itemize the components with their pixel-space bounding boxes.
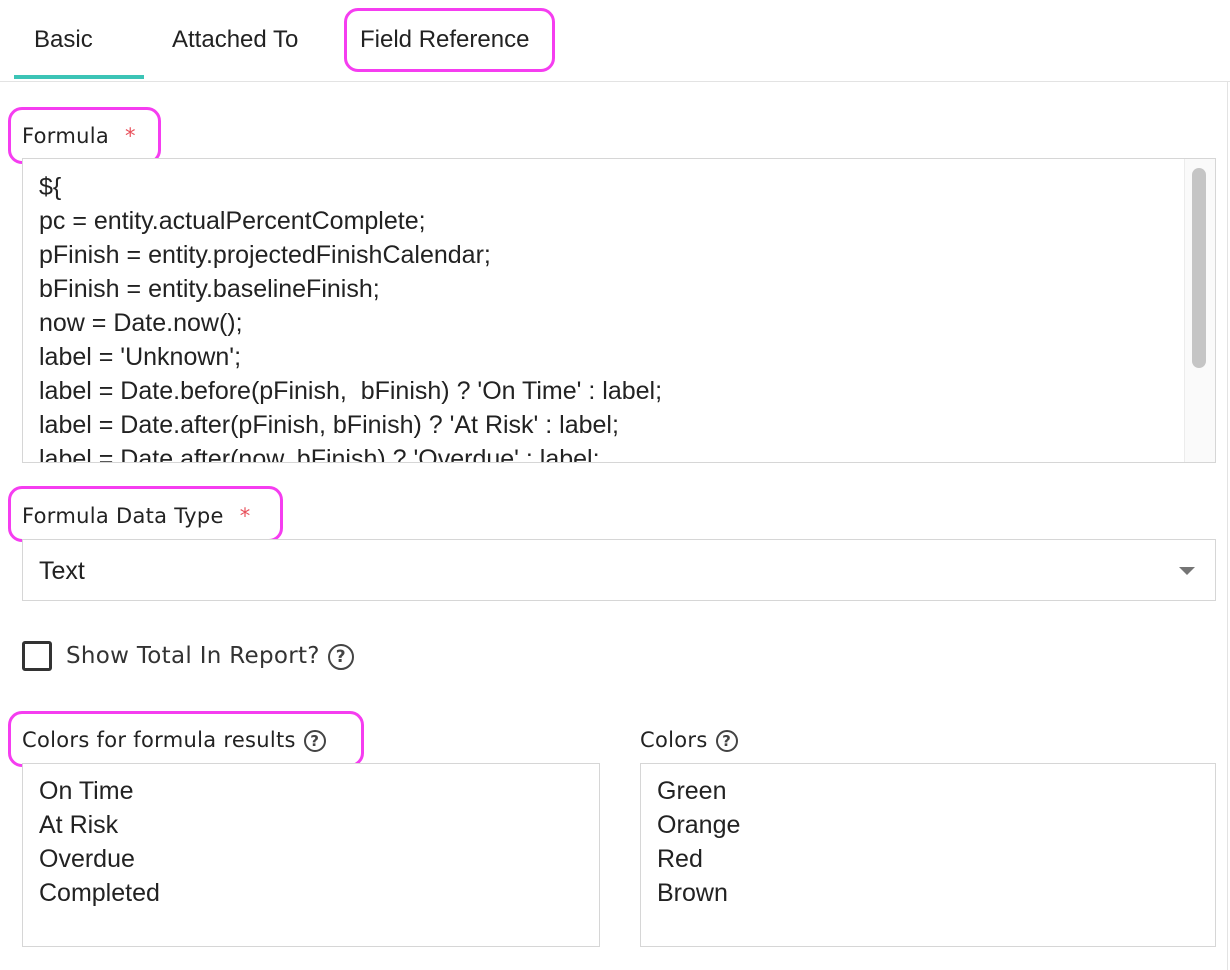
show-total-label-text: Show Total In Report? [66,643,320,669]
tab-field-reference[interactable]: Field Reference [360,22,529,58]
scrollbar-thumb[interactable] [1192,168,1206,368]
list-item: At Risk [39,811,119,839]
formula-line: label = 'Unknown'; [39,343,242,371]
formula-data-type-select[interactable]: Text [22,539,1216,601]
selected-value: Text [39,557,85,585]
formula-label-text: Formula [22,124,110,148]
formula-data-type-label-text: Formula Data Type [22,504,224,528]
question-circle-icon[interactable]: ? [327,643,354,670]
tab-bar: Basic Attached To Field Reference [0,0,1230,82]
colors-label: Colors? [640,725,738,755]
formula-label: Formula * [22,121,136,151]
results-list: On Time At Risk Overdue Completed [39,774,160,910]
question-circle-icon[interactable]: ? [303,730,326,752]
colors-list: Green Orange Red Brown [657,774,740,910]
required-asterisk: * [239,504,251,528]
list-item: Overdue [39,845,135,873]
formula-line: pFinish = entity.projectedFinishCalendar… [39,241,491,269]
caret-down-icon [1179,567,1195,575]
formula-line: now = Date.now(); [39,309,243,337]
list-item: Green [657,777,727,805]
list-item: Orange [657,811,741,839]
formula-code: ${ pc = entity.actualPercentComplete; pFin… [39,170,663,463]
list-item: Brown [657,879,728,907]
formula-line: bFinish = entity.baselineFinish; [39,275,380,303]
formula-textarea[interactable]: ${ pc = entity.actualPercentComplete; pFin… [22,158,1216,463]
active-tab-indicator [14,75,144,79]
panel-divider [1227,82,1228,970]
formula-data-type-label: Formula Data Type * [22,501,251,531]
tab-attached-to[interactable]: Attached To [172,22,298,58]
show-total-label[interactable]: Show Total In Report?? [66,640,354,672]
list-item: Completed [39,879,160,907]
list-item: On Time [39,777,134,805]
formula-line: label = Date.before(pFinish, bFinish) ? … [39,377,663,405]
formula-line: ${ [39,173,62,201]
list-item: Red [657,845,703,873]
field-settings-panel: Basic Attached To Field Reference Formul… [0,0,1230,970]
formula-line: pc = entity.actualPercentComplete; [39,207,426,235]
colors-textarea[interactable]: Green Orange Red Brown [640,763,1216,947]
colors-results-label: Colors for formula results? [22,725,326,755]
formula-line: label = Date.after(pFinish, bFinish) ? '… [39,411,619,439]
question-circle-icon[interactable]: ? [715,730,738,752]
formula-scrollbar[interactable] [1184,159,1215,462]
show-total-checkbox[interactable] [22,641,52,671]
formula-line: label = Date.after(now, bFinish) ? 'Over… [39,445,600,463]
colors-results-textarea[interactable]: On Time At Risk Overdue Completed [22,763,600,947]
required-asterisk: * [125,124,136,148]
colors-results-label-text: Colors for formula results [22,728,296,752]
colors-label-text: Colors [640,728,708,752]
tab-basic[interactable]: Basic [34,22,93,58]
